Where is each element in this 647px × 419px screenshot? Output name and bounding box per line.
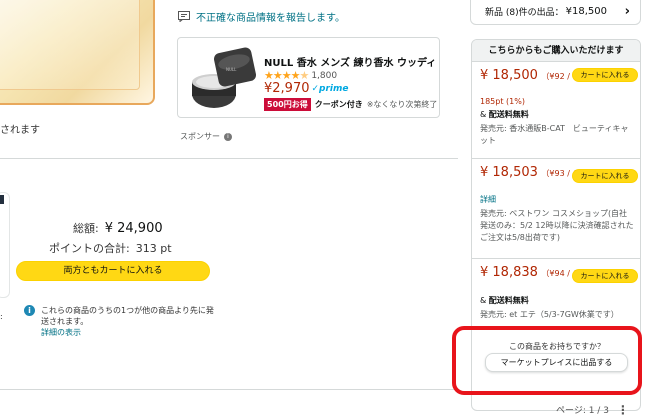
sponsor-row: スポンサー i xyxy=(180,131,232,142)
ad-rating-count: 1,800 xyxy=(311,70,338,81)
report-link[interactable]: 不正確な商品情報を報告します。 xyxy=(196,9,345,24)
ad-coupon-row: 500円お得 クーポン付き ※なくなり次第終了 xyxy=(264,98,437,111)
bundle-card-edge xyxy=(0,192,10,298)
product-image-fragment xyxy=(0,0,160,112)
add-to-cart-button[interactable]: カートに入れる xyxy=(572,169,638,183)
section-divider xyxy=(0,158,458,159)
seller-offer: ¥ 18,503 （¥93 / ミリリットル） カートに入れる 詳細 発売元: … xyxy=(472,160,640,259)
bundle-notice: i これらの商品のうちの1つが他の商品より先に発送されます。 詳細の表示 xyxy=(24,305,214,338)
savings-badge: 500円お得 xyxy=(264,98,311,111)
offer-shipping: 配送料無料 xyxy=(488,110,529,119)
ad-price: ¥2,970 xyxy=(264,81,310,96)
bottom-divider xyxy=(0,389,458,390)
info-icon[interactable]: i xyxy=(224,132,232,141)
shipping-icon: & xyxy=(480,110,487,119)
ad-product-image[interactable]: NULL xyxy=(186,44,258,112)
chevron-right-icon: › xyxy=(624,4,630,19)
offer-seller[interactable]: 発売元: 香水通販B-CAT ビューティキャット xyxy=(480,123,634,147)
add-to-cart-button[interactable]: カートに入れる xyxy=(572,269,638,283)
more-options-icon[interactable]: ⋮ xyxy=(617,404,629,416)
highlight-annotation xyxy=(452,326,642,395)
svg-text:NULL: NULL xyxy=(226,67,237,72)
offer-details-link[interactable]: 詳細 xyxy=(480,194,634,205)
left-edge-mark: : xyxy=(0,312,3,321)
seller-offer: ¥ 18,500 （¥92 / ミリリットル） カートに入れる 185pt (1… xyxy=(472,63,640,159)
offer-price: ¥ 18,503 xyxy=(480,165,538,180)
other-sellers-header: こちらからもご購入いただけます xyxy=(472,40,640,62)
shipping-icon: & xyxy=(480,296,487,305)
total-value: ¥ 24,900 xyxy=(104,221,163,236)
info-circle-icon: i xyxy=(24,305,35,316)
sponsor-label: スポンサー xyxy=(180,132,220,141)
pagination[interactable]: ページ: 1 / 3 ⋮ xyxy=(556,403,629,417)
offer-price: ¥ 18,838 xyxy=(480,265,538,280)
prime-icon: ✓prime xyxy=(311,83,349,94)
add-both-to-cart-button[interactable]: 両方ともカートに入れる xyxy=(16,261,210,281)
offer-seller[interactable]: 発売元: ベストワン コスメショップ(自社発送のみ：5/2 12時以降に決済確認… xyxy=(480,208,634,244)
ad-price-row: ¥2,970 ✓prime xyxy=(264,81,349,96)
seller-offer: ¥ 18,838 （¥94 / ミリリットル） カートに入れる & 配送料無料 … xyxy=(472,260,640,332)
total-label: 総額: xyxy=(73,222,99,235)
points-label: ポイントの合計: xyxy=(49,242,130,255)
details-link[interactable]: 詳細の表示 xyxy=(41,328,81,337)
page-indicator: ページ: 1 / 3 xyxy=(556,406,609,416)
bundle-total-row: 総額: ¥ 24,900 xyxy=(73,220,163,236)
new-offers-label: 新品 (8)件の出品： xyxy=(485,8,564,18)
bundle-points-row: ポイントの合計: 313 pt xyxy=(49,240,172,256)
ad-title[interactable]: NULL 香水 メンズ 練り香水 ウッディフロ... xyxy=(264,54,436,69)
offer-shipping: 配送料無料 xyxy=(488,296,529,305)
notice-text: これらの商品のうちの1つが他の商品より先に発送されます。 xyxy=(41,306,214,326)
left-shipping-text: されます xyxy=(0,125,40,136)
offer-points: 185pt (1%) xyxy=(480,97,525,106)
offer-price: ¥ 18,500 xyxy=(480,68,538,83)
points-value: 313 pt xyxy=(135,242,172,255)
coupon-label: クーポン付き xyxy=(314,100,363,109)
report-row[interactable]: 不正確な商品情報を報告します。 xyxy=(178,9,345,24)
coupon-note: なくなり次第終了 xyxy=(373,100,438,109)
bundle-edge-badge xyxy=(0,195,4,204)
add-to-cart-button[interactable]: カートに入れる xyxy=(572,68,638,82)
feedback-icon xyxy=(178,11,190,23)
new-offers-price: ¥18,500 xyxy=(565,6,607,17)
offer-seller[interactable]: 発売元: et エテ（5/3-7GW休業です） xyxy=(480,309,634,321)
new-offers-box[interactable]: 新品 (8)件の出品： ¥18,500 › xyxy=(470,0,641,25)
sponsored-ad-card[interactable]: NULL NULL 香水 メンズ 練り香水 ウッディフロ... ★★★★★ 1,… xyxy=(177,37,440,118)
